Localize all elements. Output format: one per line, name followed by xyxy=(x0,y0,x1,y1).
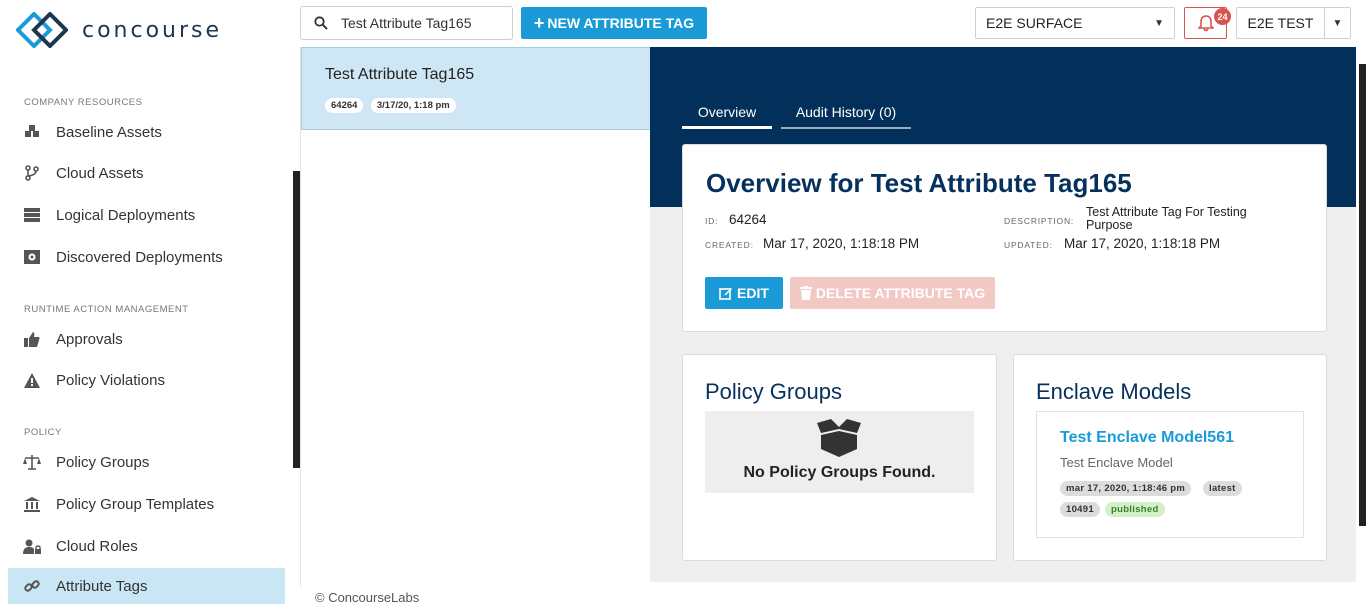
delete-label: DELETE ATTRIBUTE TAG xyxy=(815,285,986,301)
server-icon xyxy=(8,208,56,222)
balance-scale-icon xyxy=(8,454,56,470)
sidebar-item-label: Policy Groups xyxy=(56,453,150,471)
trash-icon xyxy=(799,286,812,300)
updated-label: UPDATED: xyxy=(1004,240,1053,250)
brand-logo[interactable]: concourse xyxy=(16,12,222,48)
sidebar-item-attribute-tags[interactable]: Attribute Tags xyxy=(8,568,285,604)
brand-name: concourse xyxy=(82,17,223,43)
enclave-model-subtitle: Test Enclave Model xyxy=(1060,455,1173,470)
warning-icon xyxy=(8,372,56,388)
description-value: Test Attribute Tag For Testing Purpose xyxy=(1086,205,1247,232)
sidebar-item-label: Cloud Roles xyxy=(56,537,138,555)
sidebar-item-label: Policy Violations xyxy=(56,371,165,389)
edit-button[interactable]: EDIT xyxy=(705,277,783,309)
thumbs-up-icon xyxy=(8,331,56,347)
user-name[interactable]: E2E TEST xyxy=(1237,8,1325,38)
sidebar-item-policy-group-templates[interactable]: Policy Group Templates xyxy=(8,486,285,522)
sidebar-item-logical-deployments[interactable]: Logical Deployments xyxy=(8,197,285,233)
sidebar: concourse COMPANY RESOURCES Baseline Ass… xyxy=(0,0,300,613)
footer-copyright: © ConcourseLabs xyxy=(315,590,420,605)
policy-groups-title: Policy Groups xyxy=(705,379,842,404)
chevron-down-icon: ▼ xyxy=(1154,17,1164,29)
new-attribute-tag-label: NEW ATTRIBUTE TAG xyxy=(547,15,695,31)
cubes-icon xyxy=(8,125,56,139)
sidebar-scrollbar[interactable] xyxy=(293,171,300,468)
description-label: DESCRIPTION: xyxy=(1004,216,1075,226)
list-item-id-badge: 64264 xyxy=(325,98,364,113)
sidebar-item-discovered-deployments[interactable]: Discovered Deployments xyxy=(8,239,285,275)
surface-select[interactable]: E2E SURFACE ▼ xyxy=(975,7,1175,39)
updated-value: Mar 17, 2020, 1:18:18 PM xyxy=(1064,236,1221,251)
sidebar-item-cloud-assets[interactable]: Cloud Assets xyxy=(8,155,285,191)
sidebar-item-policy-violations[interactable]: Policy Violations xyxy=(8,362,285,398)
tab-overview[interactable]: Overview xyxy=(682,103,772,129)
sidebar-item-label: Attribute Tags xyxy=(56,577,148,595)
enclave-models-title: Enclave Models xyxy=(1036,379,1192,404)
edit-label: EDIT xyxy=(737,285,769,301)
search-input[interactable] xyxy=(341,15,501,31)
surface-select-value: E2E SURFACE xyxy=(986,15,1083,31)
page-scrollbar[interactable] xyxy=(1359,64,1366,526)
plus-icon: + xyxy=(533,13,545,33)
institution-icon xyxy=(8,496,56,512)
sidebar-item-approvals[interactable]: Approvals xyxy=(8,321,285,357)
enclave-model-id-badge: 10491 xyxy=(1060,502,1100,517)
policy-groups-empty-state: No Policy Groups Found. xyxy=(705,411,974,493)
link-icon xyxy=(8,578,56,594)
chevron-down-icon: ▼ xyxy=(1332,17,1343,29)
sidebar-item-label: Cloud Assets xyxy=(56,164,144,182)
branch-icon xyxy=(8,165,56,181)
concourse-logo-icon xyxy=(16,12,68,48)
notification-count-badge: 24 xyxy=(1214,8,1231,25)
sidebar-item-label: Logical Deployments xyxy=(56,206,196,224)
list-item-date-badge: 3/17/20, 1:18 pm xyxy=(370,98,456,113)
user-lock-icon xyxy=(8,539,56,554)
sidebar-item-policy-groups[interactable]: Policy Groups xyxy=(8,444,285,480)
sidebar-item-label: Policy Group Templates xyxy=(56,495,215,513)
attribute-tag-list: Test Attribute Tag165 64264 3/17/20, 1:1… xyxy=(300,47,651,587)
enclave-model-link[interactable]: Test Enclave Model561 xyxy=(1060,429,1234,447)
edit-icon xyxy=(719,288,733,300)
section-title-company-resources: COMPANY RESOURCES xyxy=(24,97,143,108)
policy-groups-card: Policy Groups No Policy Groups Found. xyxy=(682,354,997,561)
new-attribute-tag-button[interactable]: + NEW ATTRIBUTE TAG xyxy=(521,7,707,39)
section-title-policy: POLICY xyxy=(24,427,62,438)
detail-panel: Overview Audit History (0) Overview for … xyxy=(650,47,1356,582)
user-menu[interactable]: E2E TEST ▼ xyxy=(1236,7,1351,39)
search-box[interactable] xyxy=(300,6,513,40)
sidebar-item-label: Discovered Deployments xyxy=(56,248,223,266)
sidebar-item-label: Approvals xyxy=(56,330,123,348)
open-box-icon xyxy=(817,419,861,457)
discover-icon xyxy=(8,250,56,264)
sidebar-item-cloud-roles[interactable]: Cloud Roles xyxy=(8,528,285,564)
created-label: CREATED: xyxy=(705,240,754,250)
id-label: ID: xyxy=(705,216,719,226)
delete-attribute-tag-button[interactable]: DELETE ATTRIBUTE TAG xyxy=(790,277,995,309)
list-item[interactable]: Test Attribute Tag165 64264 3/17/20, 1:1… xyxy=(301,47,651,130)
bell-icon xyxy=(1197,14,1214,31)
created-value: Mar 17, 2020, 1:18:18 PM xyxy=(763,236,920,251)
user-menu-toggle[interactable]: ▼ xyxy=(1325,18,1350,29)
page-title: Overview for Test Attribute Tag165 xyxy=(706,168,1132,198)
enclave-models-card: Enclave Models Test Enclave Model561 Tes… xyxy=(1013,354,1327,561)
tab-audit-history[interactable]: Audit History (0) xyxy=(781,103,911,129)
enclave-model-date-badge: mar 17, 2020, 1:18:46 pm xyxy=(1060,481,1192,496)
sidebar-item-baseline-assets[interactable]: Baseline Assets xyxy=(8,114,285,150)
enclave-model-status-badge: published xyxy=(1105,502,1165,517)
enclave-model-item: Test Enclave Model561 Test Enclave Model… xyxy=(1036,411,1304,538)
search-icon xyxy=(301,16,341,30)
sidebar-item-label: Baseline Assets xyxy=(56,123,162,141)
list-item-title: Test Attribute Tag165 xyxy=(325,66,475,83)
overview-card: Overview for Test Attribute Tag165 ID: 6… xyxy=(682,144,1327,332)
enclave-model-version-badge: latest xyxy=(1203,481,1242,496)
section-title-runtime-action-management: RUNTIME ACTION MANAGEMENT xyxy=(24,304,189,315)
id-value: 64264 xyxy=(729,212,767,227)
policy-groups-empty-text: No Policy Groups Found. xyxy=(743,464,936,481)
